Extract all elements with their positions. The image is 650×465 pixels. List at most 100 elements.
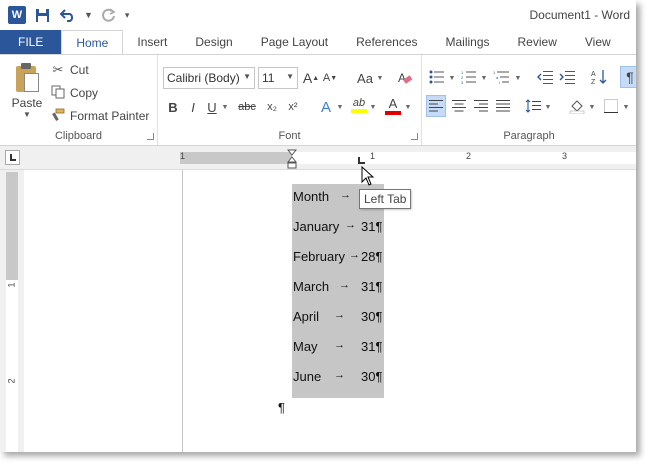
horizontal-ruler-bar: 1 1 2 3 <box>0 146 636 170</box>
word-icon[interactable]: W <box>8 6 26 24</box>
tab-home[interactable]: Home <box>61 30 124 55</box>
italic-button[interactable]: I <box>186 97 200 117</box>
undo-dropdown-icon[interactable]: ▼ <box>84 10 93 20</box>
tab-references[interactable]: References <box>342 30 431 54</box>
chevron-down-icon: ▼ <box>243 72 251 81</box>
tab-design[interactable]: Design <box>181 30 246 54</box>
font-size-combo[interactable]: 11 ▼ <box>258 67 298 89</box>
format-painter-button[interactable]: Format Painter <box>50 106 149 126</box>
shading-icon[interactable] <box>568 96 586 116</box>
superscript-button[interactable]: x² <box>285 97 301 117</box>
horizontal-ruler[interactable]: 1 1 2 3 <box>180 151 636 164</box>
sort-icon[interactable]: AZ <box>590 67 608 87</box>
cut-label: Cut <box>70 63 89 77</box>
tab-view[interactable]: View <box>571 30 625 54</box>
indent-marker-icon[interactable] <box>287 148 297 170</box>
grow-font-icon[interactable]: A ▲ <box>303 68 319 88</box>
shrink-font-icon[interactable]: A ▼ <box>322 68 338 88</box>
chevron-down-icon[interactable]: ▼ <box>336 97 344 117</box>
tab-mailings[interactable]: Mailings <box>432 30 504 54</box>
chevron-down-icon[interactable]: ▼ <box>369 97 377 117</box>
bold-button[interactable]: B <box>166 97 180 117</box>
svg-text:3: 3 <box>461 80 464 84</box>
redo-icon[interactable] <box>99 5 119 25</box>
tab-selector-button[interactable] <box>5 150 20 165</box>
chevron-down-icon[interactable]: ▼ <box>588 97 596 117</box>
days-text: 31¶ <box>361 219 383 234</box>
month-text: April <box>293 309 320 324</box>
ruler-number: 1 <box>370 151 376 161</box>
days-text: 31¶ <box>361 279 383 294</box>
paragraph-group-label: Paragraph <box>503 130 555 142</box>
document-title: Document1 - Word <box>529 8 630 22</box>
undo-icon[interactable] <box>58 5 78 25</box>
change-case-icon[interactable]: Aa <box>354 68 376 88</box>
clear-formatting-icon[interactable]: A <box>396 68 414 88</box>
word-window: W ▼ ▾ Document1 - Word FILE Home Insert … <box>0 0 636 452</box>
chevron-down-icon[interactable]: ▼ <box>448 68 456 88</box>
month-text: January <box>293 219 340 234</box>
cut-button[interactable]: ✂ Cut <box>50 60 89 80</box>
page-margin-edge <box>182 170 183 452</box>
chevron-down-icon[interactable]: ▼ <box>480 68 488 88</box>
ribbon: Paste ▼ ✂ Cut Copy Format Painter Clipbo… <box>0 54 636 146</box>
paste-dropdown-icon[interactable]: ▼ <box>23 110 31 119</box>
ribbon-tabs: FILE Home Insert Design Page Layout Refe… <box>0 30 636 55</box>
align-center-icon[interactable] <box>450 96 468 116</box>
paste-button[interactable]: Paste ▼ <box>8 61 46 123</box>
align-right-icon[interactable] <box>472 96 490 116</box>
clipboard-launcher-icon[interactable] <box>147 133 154 140</box>
paste-icon <box>14 63 40 93</box>
tab-insert[interactable]: Insert <box>123 30 181 54</box>
scissors-icon: ✂ <box>52 62 64 77</box>
quick-access-toolbar: W ▼ ▾ <box>8 5 129 25</box>
ruler-number: 2 <box>466 151 472 161</box>
chevron-down-icon[interactable]: ▼ <box>622 97 630 117</box>
vruler-number: 2 <box>6 378 17 384</box>
tab-review[interactable]: Review <box>504 30 571 54</box>
show-formatting-marks-button[interactable]: ¶ <box>620 66 636 88</box>
paintbrush-icon <box>50 108 66 125</box>
tab-file[interactable]: FILE <box>0 30 62 54</box>
justify-icon[interactable] <box>494 96 512 116</box>
text-effects-icon[interactable]: A <box>318 97 334 117</box>
clipboard-group-label: Clipboard <box>54 130 103 142</box>
line-spacing-icon[interactable] <box>524 96 542 116</box>
chevron-down-icon[interactable]: ▼ <box>221 97 229 117</box>
font-launcher-icon[interactable] <box>411 133 418 140</box>
paste-label: Paste <box>11 96 43 110</box>
chevron-down-icon[interactable]: ▼ <box>514 68 522 88</box>
font-group: Calibri (Body) ▼ 11 ▼ A ▲ A ▼ Aa ▼ A B I U… <box>158 55 422 145</box>
left-tab-tooltip: Left Tab <box>359 189 412 209</box>
save-icon[interactable] <box>32 5 52 25</box>
font-family-combo[interactable]: Calibri (Body) ▼ <box>163 67 255 89</box>
days-text: 31¶ <box>361 339 383 354</box>
chevron-down-icon[interactable]: ▼ <box>544 97 552 117</box>
font-color-icon[interactable]: A <box>384 95 402 115</box>
ruler-number: 3 <box>562 151 568 161</box>
tab-page-layout[interactable]: Page Layout <box>247 30 342 54</box>
vertical-ruler[interactable]: 1 2 <box>6 172 18 452</box>
highlight-icon[interactable]: ab <box>350 95 368 115</box>
borders-icon[interactable] <box>602 96 620 116</box>
vruler-number: 1 <box>6 282 17 288</box>
underline-button[interactable]: U <box>205 97 219 117</box>
subscript-button[interactable]: x₂ <box>264 97 280 117</box>
customize-qat-icon[interactable]: ▾ <box>125 10 130 21</box>
font-group-label: Font <box>278 130 301 142</box>
chevron-down-icon[interactable]: ▼ <box>376 68 384 88</box>
multilevel-list-icon[interactable]: 1ai <box>492 67 512 87</box>
tab-mark-icon: → <box>339 279 350 291</box>
chevron-down-icon[interactable]: ▼ <box>404 97 412 117</box>
strikethrough-button[interactable]: abc <box>235 97 259 117</box>
mouse-pointer-icon <box>361 166 375 186</box>
copy-button[interactable]: Copy <box>50 83 98 103</box>
align-left-icon[interactable] <box>426 95 446 117</box>
increase-indent-icon[interactable] <box>558 67 576 87</box>
tab-mark-icon: → <box>345 219 356 231</box>
left-tab-stop-icon[interactable] <box>358 157 365 164</box>
bullets-icon[interactable] <box>428 67 446 87</box>
numbering-icon[interactable]: 123 <box>460 67 478 87</box>
copy-icon <box>50 85 66 102</box>
decrease-indent-icon[interactable] <box>536 67 554 87</box>
